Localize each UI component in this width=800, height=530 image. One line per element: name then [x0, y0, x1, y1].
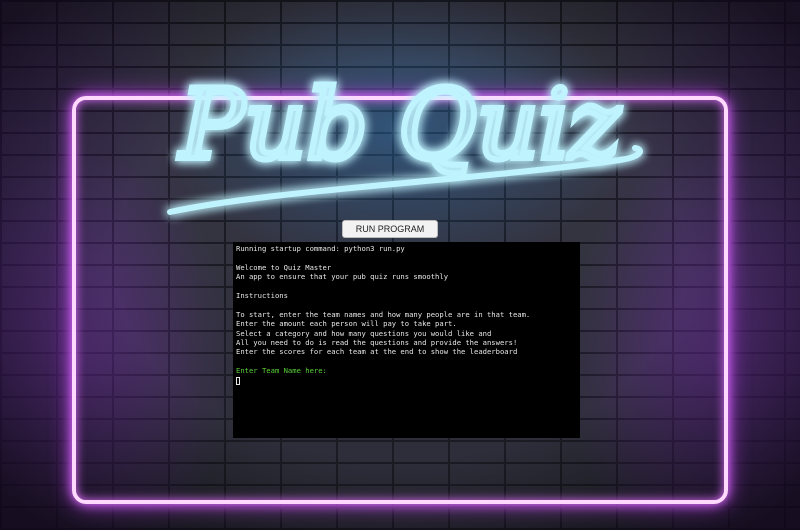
- neon-sign-text: Pub Quiz: [178, 69, 622, 181]
- terminal-line: Enter the amount each person will pay to…: [236, 319, 457, 329]
- terminal-prompt: Enter Team Name here:: [236, 366, 327, 376]
- terminal-line: An app to ensure that your pub quiz runs…: [236, 272, 449, 282]
- terminal-line: To start, enter the team names and how m…: [236, 309, 531, 319]
- terminal-line: Welcome to Quiz Master: [236, 262, 332, 272]
- terminal-line: Instructions: [236, 291, 288, 300]
- terminal-line: Select a category and how many questions…: [236, 328, 492, 338]
- terminal-console[interactable]: Running startup command: python3 run.py W…: [233, 242, 580, 438]
- terminal-input-line[interactable]: [236, 376, 577, 385]
- text-cursor: [236, 376, 240, 385]
- pub-quiz-neon-sign: Pub Quiz: [150, 40, 650, 220]
- terminal-line: Enter the scores for each team at the en…: [236, 347, 518, 357]
- neon-sign-graphic: Pub Quiz: [167, 66, 643, 215]
- terminal-line: All you need to do is read the questions…: [236, 338, 518, 348]
- run-program-button[interactable]: RUN PROGRAM: [342, 220, 438, 238]
- terminal-line: Running startup command: python3 run.py: [236, 244, 405, 253]
